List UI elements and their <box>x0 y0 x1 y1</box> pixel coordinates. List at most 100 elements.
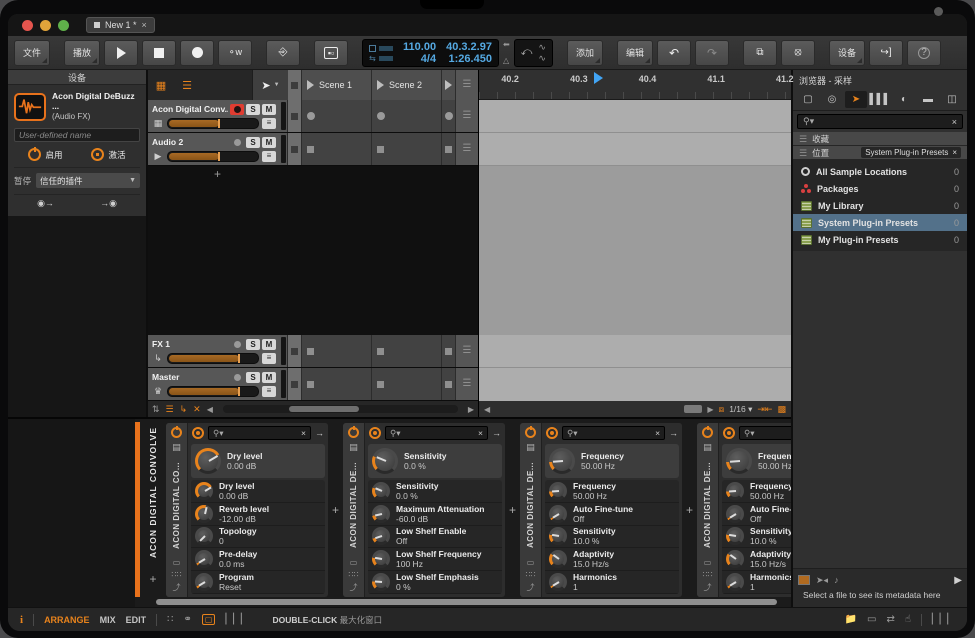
add-track-row[interactable]: + <box>148 166 478 182</box>
clear-search-icon[interactable]: × <box>478 428 483 438</box>
snap-toggle-icon[interactable]: ⇥⇤ <box>757 404 772 415</box>
grid-view-icon[interactable]: ▦ <box>148 70 174 100</box>
delete-button[interactable]: ⦻ <box>781 40 815 66</box>
clip-slot-partial[interactable] <box>442 368 456 400</box>
preview-play-button[interactable]: ▶ <box>954 575 962 586</box>
preset-icon[interactable] <box>546 427 558 439</box>
preset-search-input[interactable]: ⚲▾× <box>739 426 791 440</box>
track-options-button[interactable]: ≡ <box>262 151 276 162</box>
parameter-row[interactable]: ProgramReset <box>191 571 325 594</box>
track-header-Master[interactable]: MasterSM♛≡ <box>148 368 288 400</box>
show-device-panel-icon[interactable]: ▢ <box>202 614 216 625</box>
track-name[interactable]: Acon Digital Conv... <box>152 104 228 114</box>
show-returns-icon[interactable]: ↳ <box>180 404 188 415</box>
device-window-icon[interactable]: ▭ <box>350 558 358 567</box>
arm-record-button[interactable] <box>230 372 244 383</box>
clip-slot[interactable] <box>302 100 372 132</box>
parameter-knob[interactable] <box>549 573 567 591</box>
browser-tab-samples-icon[interactable]: ▌▌▌ <box>869 91 891 108</box>
play-button[interactable] <box>104 40 138 66</box>
insert-device-here-button[interactable]: + <box>685 503 694 517</box>
volume-fader[interactable] <box>167 353 259 364</box>
parameter-row[interactable]: Sensitivity10.0 % <box>722 526 791 549</box>
arrange-view-button[interactable]: ARRANGE <box>44 615 90 625</box>
device-chain-out-icon[interactable]: ⤴ <box>527 582 535 593</box>
parameter-row[interactable]: Auto Fine-tuneOff <box>545 503 679 526</box>
device-window-icon[interactable]: ▭ <box>527 558 535 567</box>
browser-folder-icon[interactable]: 📁 <box>845 614 857 625</box>
clip-stop-button[interactable] <box>288 368 302 400</box>
clip-slot[interactable] <box>372 335 442 367</box>
play-menu-button[interactable]: 播放 <box>64 40 100 66</box>
loop-settings[interactable]: ⤺ ∿∿ <box>514 39 553 67</box>
show-automation-icon[interactable]: ⚭ <box>183 614 191 625</box>
parameter-knob[interactable] <box>195 505 213 523</box>
clip-stop-button[interactable] <box>288 335 302 367</box>
parameter-row[interactable]: Adaptivity15.0 Hz/s <box>545 548 679 571</box>
stop-all-clips-button[interactable] <box>288 70 302 100</box>
track-options-button[interactable]: ≡ <box>262 386 276 397</box>
mute-button[interactable]: M <box>262 104 276 115</box>
device-chain-track-header[interactable]: ACON DIGITAL CONVOLVE + <box>140 419 166 607</box>
clear-search-icon[interactable]: × <box>952 117 957 127</box>
clip-stop-icon[interactable] <box>377 381 384 388</box>
parameter-row[interactable]: Sensitivity10.0 % <box>545 526 679 549</box>
solo-button[interactable]: S <box>246 137 260 148</box>
parameter-knob[interactable] <box>726 527 744 545</box>
show-mixer-icon[interactable]: ▏▏▏ <box>225 614 248 625</box>
device-power-icon[interactable] <box>171 427 182 438</box>
edit-view-button[interactable]: EDIT <box>126 615 147 625</box>
project-tab[interactable]: New 1 * × <box>86 17 155 33</box>
track-options-button[interactable]: ≡ <box>262 353 276 364</box>
parameter-knob[interactable] <box>195 482 213 500</box>
device-remote-grid-icon[interactable]: ∷∷ <box>348 570 358 579</box>
clip-slot-partial[interactable] <box>442 335 456 367</box>
track-options-button[interactable]: ≡ <box>262 118 276 129</box>
scene-1-header[interactable]: Scene 1 <box>302 70 372 100</box>
mute-button[interactable]: M <box>262 339 276 350</box>
preset-search-input[interactable]: ⚲▾× <box>562 426 665 440</box>
add-menu-button[interactable]: 添加 <box>567 40 603 66</box>
track-header-Audio 2[interactable]: Audio 2SM▶≡ <box>148 133 288 165</box>
clip-stop-icon[interactable] <box>307 146 314 153</box>
device-remote-grid-icon[interactable]: ∷∷ <box>702 570 712 579</box>
track-more-button[interactable]: ☰ <box>456 368 478 400</box>
shuffle-toggle-icon[interactable]: ⇆ <box>369 56 376 61</box>
device-folder-icon[interactable]: ▤ <box>172 442 181 453</box>
parameter-knob[interactable] <box>195 550 213 568</box>
browser-tab-plugins-icon[interactable]: ◫ <box>941 91 963 108</box>
parameter-row[interactable]: Frequency50.00 Hz <box>545 480 679 503</box>
parameter-knob[interactable] <box>549 482 567 500</box>
auto-audition-icon[interactable]: ➤◂ <box>816 575 828 586</box>
volume-fader[interactable] <box>167 118 259 129</box>
parameter-knob[interactable] <box>372 505 390 523</box>
scroll-right-icon[interactable]: ▶ <box>468 405 474 414</box>
parameter-knob[interactable] <box>726 573 744 591</box>
file-menu-button[interactable]: 文件 <box>14 40 50 66</box>
add-track-button[interactable]: + <box>214 167 221 181</box>
parameter-row[interactable]: Auto Fine-tuneOff <box>722 503 791 526</box>
device-2[interactable]: ▤ACON DIGITAL DE...▭∷∷⤴⚲▾×→Sensitivity0.… <box>343 423 505 597</box>
track-name[interactable]: Master <box>152 372 228 382</box>
device-chain-out-icon[interactable]: ⤴ <box>173 582 181 593</box>
macro-knob-row[interactable]: Dry level0.00 dB <box>191 444 325 478</box>
parameter-row[interactable]: Maximum Attenuation-60.0 dB <box>368 503 502 526</box>
parameter-row[interactable]: Topology0 <box>191 526 325 549</box>
clear-search-icon[interactable]: × <box>655 428 660 438</box>
loop-toggle-icon[interactable] <box>369 45 376 52</box>
browser-location-item[interactable]: Packages0 <box>793 180 967 197</box>
scene-2-header[interactable]: Scene 2 <box>372 70 442 100</box>
activate-plugin-button[interactable]: 激活 <box>91 148 125 161</box>
enable-plugin-button[interactable]: 启用 <box>28 148 62 161</box>
record-button[interactable] <box>180 40 214 66</box>
track-name[interactable]: FX 1 <box>152 339 228 349</box>
scroll-left-icon[interactable]: ◀ <box>207 405 213 414</box>
grid-resolution-value[interactable]: 1/16 ▾ <box>729 404 752 415</box>
browser-tab-devices-icon[interactable]: ▢ <box>797 91 819 108</box>
device-remote-grid-icon[interactable]: ∷∷ <box>525 570 535 579</box>
parameter-knob[interactable] <box>549 527 567 545</box>
pointer-tool-button[interactable]: ➤▼ <box>252 70 288 100</box>
device-chain-out-icon[interactable]: ⤴ <box>704 582 712 593</box>
show-note-editor-icon[interactable]: ∷ <box>167 614 173 625</box>
punch-in-icon[interactable]: ⬅︎ <box>503 40 510 50</box>
